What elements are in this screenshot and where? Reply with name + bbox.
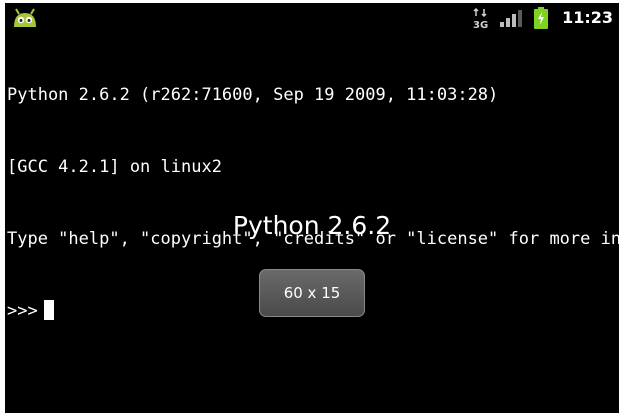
android-icon[interactable] (11, 5, 39, 29)
status-clock: 11:23 (562, 8, 613, 27)
battery-charging-icon (534, 7, 549, 29)
network-3g-icon: 3G (473, 7, 488, 29)
terminal-line: [GCC 4.2.1] on linux2 (7, 157, 222, 177)
signal-icon (500, 10, 523, 27)
python-prompt: >>> (7, 301, 38, 321)
session-title: Python 2.6.2 (232, 211, 392, 240)
svg-text:3G: 3G (473, 20, 488, 29)
phone-screen: 3G 11:23 Python 2.6.2 (r262:71600, Sep 1… (5, 3, 619, 413)
terminal-line: Python 2.6.2 (r262:71600, Sep 19 2009, 1… (7, 85, 499, 105)
text-cursor (43, 300, 54, 320)
status-icons: 3G 11:23 (472, 7, 613, 29)
terminal-size-badge: 60 x 15 (259, 269, 365, 317)
terminal-output[interactable]: Python 2.6.2 (r262:71600, Sep 19 2009, 1… (7, 35, 619, 371)
status-bar: 3G 11:23 (5, 3, 619, 33)
